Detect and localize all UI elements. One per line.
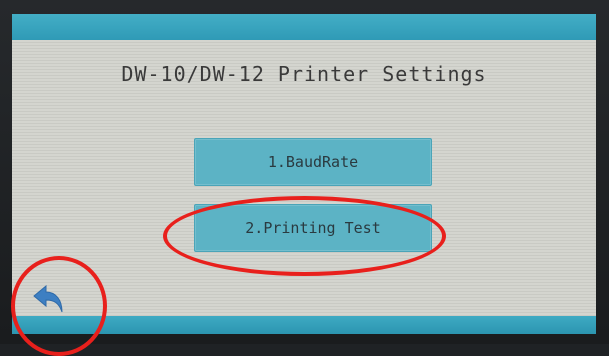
page-title: DW-10/DW-12 Printer Settings: [121, 62, 487, 86]
back-button[interactable]: [32, 282, 68, 316]
baudrate-button[interactable]: 1.BaudRate: [194, 138, 432, 186]
touch-screen: DW-10/DW-12 Printer Settings 1.BaudRate …: [12, 14, 596, 334]
back-arrow-icon: [33, 284, 63, 313]
bottom-footer-bar: [12, 316, 596, 334]
top-header-bar: [12, 14, 596, 40]
printing-test-button[interactable]: 2.Printing Test: [194, 204, 432, 252]
